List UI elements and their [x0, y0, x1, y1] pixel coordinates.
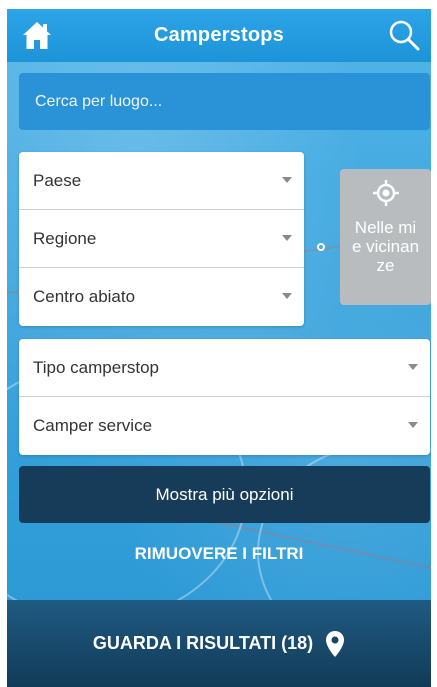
map-pin-icon — [325, 630, 345, 658]
chevron-down-icon — [408, 364, 418, 370]
nearby-button[interactable]: Nelle mie vicinanze — [340, 169, 431, 305]
chevron-down-icon — [282, 235, 292, 241]
search-icon[interactable] — [387, 18, 421, 52]
camperstop-type-select[interactable]: Tipo camperstop — [19, 339, 430, 397]
region-select-label: Regione — [33, 228, 97, 248]
country-select-label: Paese — [33, 170, 82, 190]
town-select-label: Centro abiato — [33, 287, 136, 306]
show-results-label: GUARDA I RISULTATI (18) — [92, 633, 314, 653]
filter-panel: Paese Regione Centro abiato — [7, 62, 431, 600]
town-select[interactable]: Centro abiato — [19, 268, 304, 326]
nearby-button-label: Nelle mie vicinanze — [351, 218, 420, 275]
camper-service-select[interactable]: Camper service — [19, 397, 430, 455]
location-select-group: Paese Regione Centro abiato — [19, 152, 304, 326]
camper-service-label: Camper service — [33, 416, 153, 435]
region-select[interactable]: Regione — [19, 210, 304, 268]
app-header: Camperstops — [7, 9, 431, 62]
more-options-button[interactable]: Mostra più opzioni — [19, 466, 430, 523]
chevron-down-icon — [282, 177, 292, 183]
show-results-button[interactable]: GUARDA I RISULTATI (18) — [7, 600, 431, 687]
home-icon[interactable] — [21, 19, 53, 51]
radio-dot-icon — [317, 243, 325, 251]
camperstop-type-label: Tipo camperstop — [33, 357, 159, 377]
chevron-down-icon — [282, 293, 292, 299]
location-search-input[interactable] — [19, 73, 430, 130]
app-title: Camperstops — [153, 24, 284, 46]
clear-filters-link[interactable]: RIMUOVERE I FILTRI — [7, 544, 431, 564]
country-select[interactable]: Paese — [19, 152, 304, 210]
chevron-down-icon — [408, 422, 418, 428]
type-select-group: Tipo camperstop Camper service — [19, 339, 430, 455]
app-screen: Camperstops Paese Regione Centro abia — [7, 9, 431, 687]
crosshair-icon — [372, 179, 400, 212]
